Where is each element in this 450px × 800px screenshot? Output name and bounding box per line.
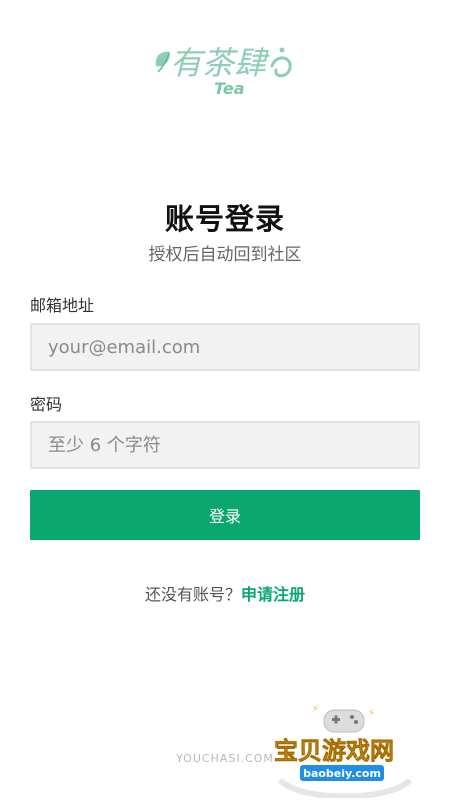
gamepad-icon <box>323 709 365 733</box>
page-subtitle: 授权后自动回到社区 <box>148 245 302 265</box>
watermark: ⚡ ⚡ 宝贝游戏网 baobeiy.com <box>270 702 420 800</box>
svg-text:⚡: ⚡ <box>312 704 319 715</box>
logo-sub-text: Tea <box>214 79 245 98</box>
register-prompt: 还没有账号？ <box>144 585 241 604</box>
brand-logo-graphic: 有茶肆 Tea <box>155 44 292 98</box>
watermark-text: 宝贝游戏网 <box>274 737 394 765</box>
watermark-url: baobeiy.com <box>303 767 381 780</box>
login-button[interactable]: 登录 <box>30 490 420 540</box>
logo-text: 有茶肆 <box>170 44 270 82</box>
register-link[interactable]: 申请注册 <box>241 585 305 604</box>
register-prompt-row: 还没有账号？申请注册 <box>0 581 450 605</box>
page-title: 账号登录 <box>164 202 285 236</box>
password-input[interactable] <box>30 421 420 469</box>
password-label: 密码 <box>30 395 63 414</box>
email-label: 邮箱地址 <box>30 296 95 315</box>
brand-logo: 有茶肆 Tea <box>150 28 300 100</box>
svg-text:⚡: ⚡ <box>368 708 375 719</box>
login-page: 有茶肆 Tea 账号登录 授权后自动回到社区 邮箱地址 密码 登录 还没有账号？… <box>0 0 450 800</box>
watermark-graphic: ⚡ ⚡ 宝贝游戏网 baobeiy.com <box>274 704 413 800</box>
email-input[interactable] <box>30 323 420 371</box>
